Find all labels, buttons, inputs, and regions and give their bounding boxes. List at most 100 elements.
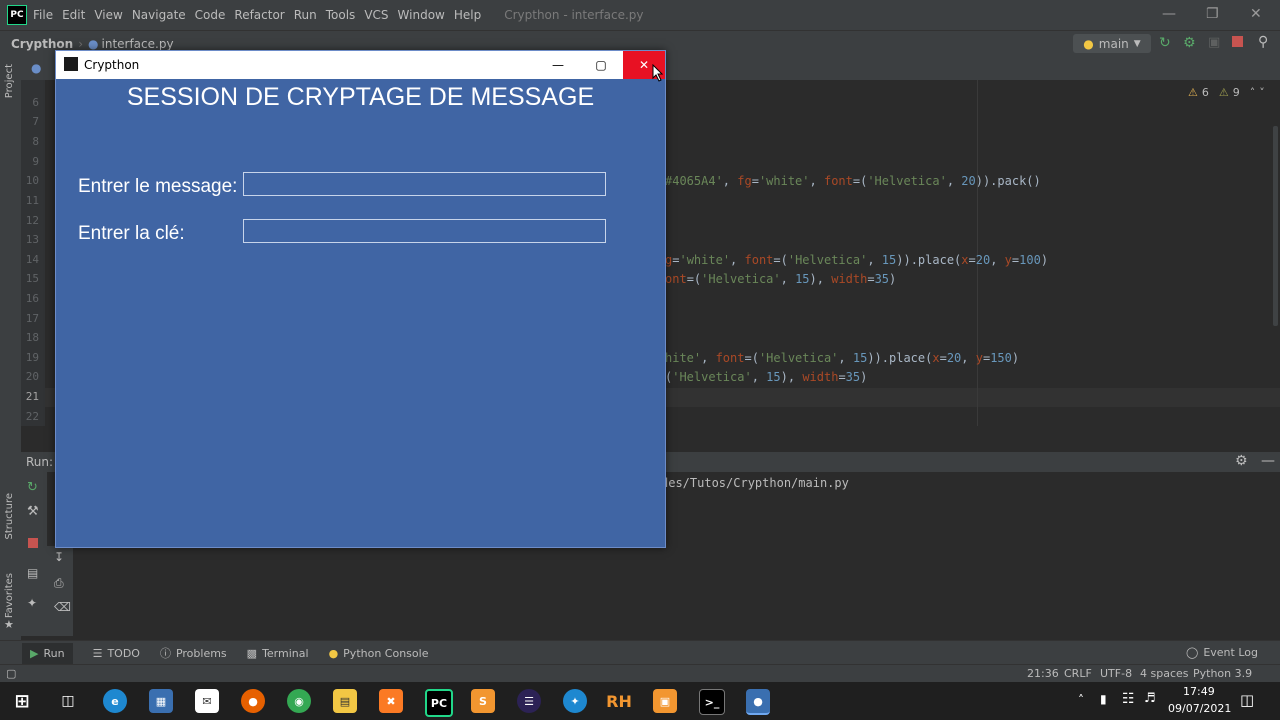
settings-gear-icon[interactable]: ⚙ [1235,453,1248,469]
bird-app-icon[interactable]: ✦ [563,689,587,713]
ide-close-button[interactable]: ✕ [1250,6,1262,22]
run-toolbar-secondary: ↧ ⎙ ⌫ [47,546,73,636]
stop-icon[interactable] [28,538,38,548]
weak-warning-icon: ⚠ [1218,86,1229,99]
volume-icon[interactable]: ♬ [1144,691,1156,706]
chevron-down-icon: ˅ [1259,86,1265,99]
menu-code[interactable]: Code [195,8,226,22]
store-icon[interactable]: ▦ [149,689,173,713]
python-tk-taskbar-icon[interactable]: ● [746,689,770,715]
battery-icon[interactable]: ▮ [1100,692,1107,706]
firefox-icon[interactable]: ● [241,689,265,713]
rh-app-label[interactable]: RH [606,689,632,713]
inspection-widget[interactable]: ⚠ 6 ⚠ 9 ˄ ˅ [1188,86,1265,99]
mail-icon[interactable]: ✉ [195,689,219,713]
orange-app-icon[interactable]: ▣ [653,689,677,713]
menu-run[interactable]: Run [294,8,317,22]
menu-tools[interactable]: Tools [326,8,356,22]
status-bar: ▢ 21:36 CRLF UTF-8 4 spaces Python 3.9 [0,664,1280,683]
task-view-icon[interactable]: ◫ [56,689,80,713]
network-globe-icon[interactable]: ☷ [1122,691,1135,707]
message-input[interactable] [243,172,606,196]
clock-time[interactable]: 17:49 [1183,685,1215,698]
app-titlebar[interactable]: Crypthon — ▢ ✕ [56,51,665,79]
problems-tool-tab[interactable]: ⓘ Problems [160,645,227,661]
windows-start-icon[interactable]: ⊞ [10,689,34,713]
todo-tool-tab[interactable]: ☰ TODO [93,647,140,660]
menu-file[interactable]: File [33,8,53,22]
menu-help[interactable]: Help [454,8,481,22]
python-file-icon: ● [88,37,99,51]
menu-navigate[interactable]: Navigate [132,8,186,22]
line-number: 6 [32,96,39,109]
key-input[interactable] [243,219,606,243]
eclipse-icon[interactable]: ☰ [517,689,541,713]
windows-taskbar: ⊞ ◫ e ▦ ✉ ● ◉ ▤ ✖ PC S ☰ ✦ RH ▣ >_ ● ˄ ▮… [0,682,1280,720]
terminal-tool-tab[interactable]: ▩ Terminal [247,647,309,660]
indent-setting[interactable]: 4 spaces [1140,667,1189,680]
app-maximize-button[interactable]: ▢ [578,51,624,79]
trash-icon[interactable]: ⌫ [54,600,71,614]
warning-icon: ⚠ [1188,86,1198,99]
editor-scrollbar[interactable] [1273,126,1278,326]
breadcrumb-file[interactable]: interface.py [102,37,174,51]
project-tool-tab[interactable]: Project [4,64,15,98]
hide-panel-icon[interactable]: — [1261,453,1275,469]
terminal-tool-label: Terminal [262,646,309,660]
menu-window[interactable]: Window [398,8,445,22]
rerun-icon[interactable]: ↻ [27,480,38,495]
crypthon-app-window: Crypthon — ▢ ✕ SESSION DE CRYPTAGE DE ME… [55,50,666,548]
coverage-icon[interactable]: ▣ [1208,35,1220,50]
tray-chevron-up-icon[interactable]: ˄ [1078,693,1084,707]
file-explorer-icon[interactable]: ▤ [333,689,357,713]
layout-icon[interactable]: ▤ [27,566,38,580]
code-line-20: ('Helvetica', 15), width=35) [665,370,868,384]
menu-refactor[interactable]: Refactor [234,8,284,22]
print-icon[interactable]: ⎙ [54,576,64,591]
toggle-tool-windows-icon[interactable]: ▢ [6,667,16,680]
breadcrumb-project[interactable]: Crypthon [11,37,73,51]
python-console-tool-tab[interactable]: ● Python Console [329,647,429,660]
menu-vcs[interactable]: VCS [364,8,388,22]
structure-tool-tab[interactable]: Structure [4,493,15,540]
sublime-text-icon[interactable]: S [471,689,495,713]
line-number: 17 [25,312,39,325]
editor-tab-icon[interactable]: ● [31,61,41,75]
favorites-tool-tab[interactable]: Favorites [4,573,15,618]
ide-maximize-button[interactable]: ❐ [1206,6,1219,22]
todo-tool-label: TODO [107,646,140,660]
notifications-icon[interactable]: ◫ [1240,691,1254,709]
breadcrumb-separator-icon: › [78,37,84,51]
menu-view[interactable]: View [94,8,122,22]
cmd-icon[interactable]: >_ [699,689,725,715]
scroll-to-end-icon[interactable]: ↧ [54,550,64,564]
file-encoding[interactable]: UTF-8 [1100,667,1132,680]
python-interpreter[interactable]: Python 3.9 [1193,667,1252,680]
ide-window-title: Crypthon - interface.py [504,8,644,22]
ide-minimize-button[interactable]: — [1162,6,1176,22]
info-icon: ⓘ [159,647,171,660]
code-line-19: hite', font=('Helvetica', 15)).place(x=2… [665,351,1020,365]
play-icon: ▶ [30,646,39,660]
stop-icon[interactable] [1232,36,1243,47]
clock-date[interactable]: 09/07/2021 [1168,702,1231,715]
line-number: 13 [25,233,39,246]
event-log-tool-tab[interactable]: ◯ Event Log [1186,646,1258,659]
chrome-icon[interactable]: ◉ [287,689,311,713]
search-icon[interactable]: ⚲ [1258,34,1268,50]
debug-icon[interactable]: ⚙ [1183,35,1196,51]
menu-edit[interactable]: Edit [62,8,85,22]
wrench-icon[interactable]: ⚒ [27,504,39,519]
caret-position[interactable]: 21:36 [1027,667,1059,680]
line-separator[interactable]: CRLF [1064,667,1092,680]
app-window-title: Crypthon [84,58,140,72]
line-number: 11 [25,194,39,207]
rerun-icon[interactable]: ↻ [1159,35,1171,51]
pycharm-taskbar-icon[interactable]: PC [425,689,453,717]
branch-selector[interactable]: ● main ▼ [1073,34,1151,53]
app-minimize-button[interactable]: — [535,51,581,79]
edge-browser-icon[interactable]: e [103,689,127,713]
run-tool-tab[interactable]: ▶ Run [22,642,73,664]
xampp-icon[interactable]: ✖ [379,689,403,713]
pin-icon[interactable]: ✦ [27,596,37,610]
